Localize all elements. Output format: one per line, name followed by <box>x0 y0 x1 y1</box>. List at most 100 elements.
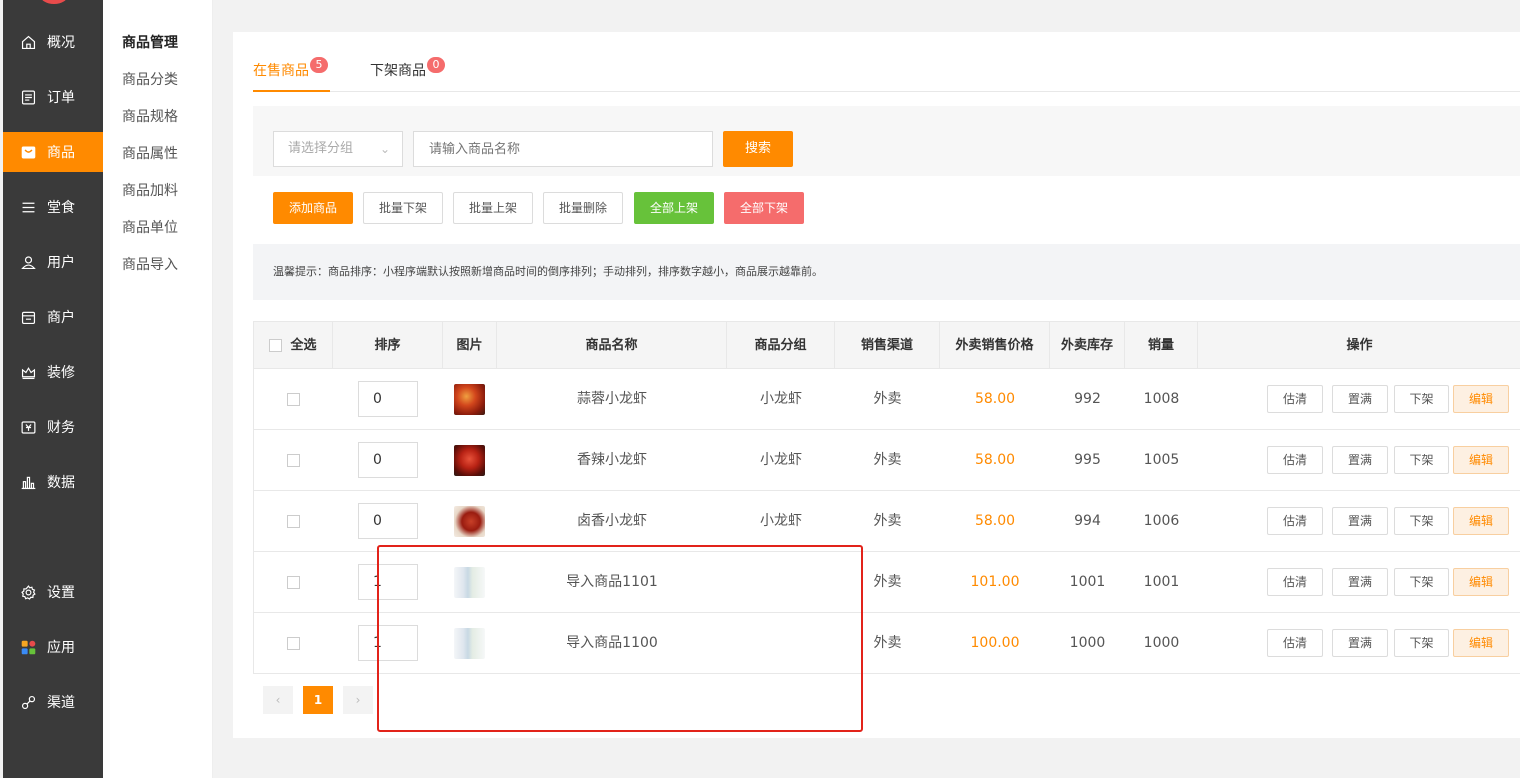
sell-out-button[interactable]: 估清 <box>1267 507 1323 535</box>
off-shelf-button[interactable]: 下架 <box>1394 568 1449 596</box>
goods-card: 在售商品 5 下架商品 0 请选择分组 ⌄ 搜索 添加商品 批量下架 批量上架 … <box>233 32 1520 738</box>
sell-out-button[interactable]: 估清 <box>1267 629 1323 657</box>
row-select-cell <box>254 369 333 430</box>
main-sidebar: 概况订单商品堂食用户商户装修财务数据设置应用渠道 <box>3 0 103 778</box>
sort-order-input[interactable]: 1 <box>358 564 418 600</box>
product-thumbnail <box>454 506 485 537</box>
product-name: 卤香小龙虾 <box>577 513 647 529</box>
row-checkbox[interactable] <box>287 514 300 528</box>
table-row: 0 香辣小龙虾 小龙虾 外卖 58.00 995 1005 估清 置满 下架 编辑 <box>253 430 1520 491</box>
order-list-icon <box>19 88 37 106</box>
restock-full-button[interactable]: 置满 <box>1332 629 1388 657</box>
crown-icon <box>19 363 37 381</box>
batch-on-shelf-button[interactable]: 批量上架 <box>453 192 533 224</box>
next-page-button[interactable]: › <box>343 686 373 714</box>
search-button[interactable]: 搜索 <box>723 131 793 167</box>
batch-delete-button[interactable]: 批量删除 <box>543 192 623 224</box>
sort-order-input[interactable]: 1 <box>358 625 418 661</box>
edit-button[interactable]: 编辑 <box>1453 385 1509 413</box>
sales-header: 销量 <box>1125 322 1198 370</box>
sales-count: 1005 <box>1143 452 1180 468</box>
select-all-label: 全选 <box>290 338 317 353</box>
nav-item-5[interactable]: 商户 <box>3 297 103 337</box>
product-group <box>727 613 835 674</box>
add-product-button[interactable]: 添加商品 <box>273 192 353 224</box>
sales-count: 1001 <box>1143 574 1180 590</box>
row-checkbox[interactable] <box>287 392 300 406</box>
restock-full-button[interactable]: 置满 <box>1332 446 1388 474</box>
product-group: 小龙虾 <box>760 452 802 468</box>
delivery-price: 100.00 <box>970 635 1020 651</box>
finance-icon <box>19 418 37 436</box>
row-select-cell <box>254 430 333 491</box>
select-all-checkbox[interactable] <box>269 339 283 352</box>
nav-item-11[interactable]: 渠道 <box>3 682 103 722</box>
nav-item-label: 数据 <box>47 475 75 491</box>
nav-item-2[interactable]: 商品 <box>3 132 103 172</box>
edit-button[interactable]: 编辑 <box>1453 507 1509 535</box>
product-name-input[interactable] <box>413 131 713 167</box>
tab-off-sale[interactable]: 下架商品 0 <box>370 57 450 92</box>
prev-page-button[interactable]: ‹ <box>263 686 293 714</box>
off-shelf-button[interactable]: 下架 <box>1394 446 1449 474</box>
delivery-stock: 995 <box>1074 452 1101 468</box>
restock-full-button[interactable]: 置满 <box>1332 568 1388 596</box>
filter-bar: 请选择分组 ⌄ 搜索 <box>253 106 1520 176</box>
sell-out-button[interactable]: 估清 <box>1267 385 1323 413</box>
nav-item-3[interactable]: 堂食 <box>3 187 103 227</box>
row-checkbox[interactable] <box>287 636 300 650</box>
image-header: 图片 <box>443 322 497 370</box>
off-shelf-button[interactable]: 下架 <box>1394 507 1449 535</box>
sort-order-input[interactable]: 0 <box>358 503 418 539</box>
edit-button[interactable]: 编辑 <box>1453 568 1509 596</box>
edit-button[interactable]: 编辑 <box>1453 446 1509 474</box>
product-thumbnail <box>454 384 485 415</box>
all-off-shelf-button[interactable]: 全部下架 <box>724 192 804 224</box>
nav-item-8[interactable]: 数据 <box>3 462 103 502</box>
submenu-item-2[interactable]: 商品规格 <box>122 106 178 126</box>
off-shelf-button[interactable]: 下架 <box>1394 385 1449 413</box>
nav-item-1[interactable]: 订单 <box>3 77 103 117</box>
submenu-item-4[interactable]: 商品加料 <box>122 180 178 200</box>
nav-item-0[interactable]: 概况 <box>3 22 103 62</box>
select-all-header[interactable]: 全选 <box>254 322 333 370</box>
delivery-price: 58.00 <box>974 452 1016 468</box>
sort-order-input[interactable]: 0 <box>358 381 418 417</box>
nav-item-6[interactable]: 装修 <box>3 352 103 392</box>
product-thumbnail <box>454 445 485 476</box>
sales-count: 1000 <box>1143 635 1180 651</box>
sort-tip: 温馨提示：商品排序：小程序端默认按照新增商品时间的倒序排列；手动排列，排序数字越… <box>253 244 1520 300</box>
nav-item-label: 商品 <box>47 145 75 161</box>
product-name: 蒜蓉小龙虾 <box>577 391 647 407</box>
nav-item-4[interactable]: 用户 <box>3 242 103 282</box>
all-on-shelf-button[interactable]: 全部上架 <box>634 192 714 224</box>
restock-full-button[interactable]: 置满 <box>1332 507 1388 535</box>
row-checkbox[interactable] <box>287 575 300 589</box>
sales-count: 1006 <box>1143 513 1180 529</box>
off-shelf-button[interactable]: 下架 <box>1394 629 1449 657</box>
batch-off-shelf-button[interactable]: 批量下架 <box>363 192 443 224</box>
page-number-current[interactable]: 1 <box>303 686 333 714</box>
submenu-item-5[interactable]: 商品单位 <box>122 217 178 237</box>
submenu-item-6[interactable]: 商品导入 <box>122 254 178 274</box>
nav-item-10[interactable]: 应用 <box>3 627 103 667</box>
sort-order-input[interactable]: 0 <box>358 442 418 478</box>
submenu-item-0[interactable]: 商品管理 <box>122 32 178 52</box>
nav-item-9[interactable]: 设置 <box>3 572 103 612</box>
row-select-cell <box>254 491 333 552</box>
submenu-item-3[interactable]: 商品属性 <box>122 143 178 163</box>
delivery-price: 101.00 <box>970 574 1020 590</box>
submenu-item-1[interactable]: 商品分类 <box>122 69 178 89</box>
nav-item-label: 渠道 <box>47 695 75 711</box>
nav-item-7[interactable]: 财务 <box>3 407 103 447</box>
edit-button[interactable]: 编辑 <box>1453 629 1509 657</box>
product-thumbnail <box>454 628 485 659</box>
delivery-stock: 994 <box>1074 513 1101 529</box>
sell-out-button[interactable]: 估清 <box>1267 568 1323 596</box>
table-row: 1 导入商品1100 外卖 100.00 1000 1000 估清 置满 下架 编辑 <box>253 613 1520 674</box>
sell-out-button[interactable]: 估清 <box>1267 446 1323 474</box>
group-select[interactable]: 请选择分组 ⌄ <box>273 131 403 167</box>
tab-on-sale[interactable]: 在售商品 5 <box>253 57 330 92</box>
row-checkbox[interactable] <box>287 453 300 467</box>
restock-full-button[interactable]: 置满 <box>1332 385 1388 413</box>
